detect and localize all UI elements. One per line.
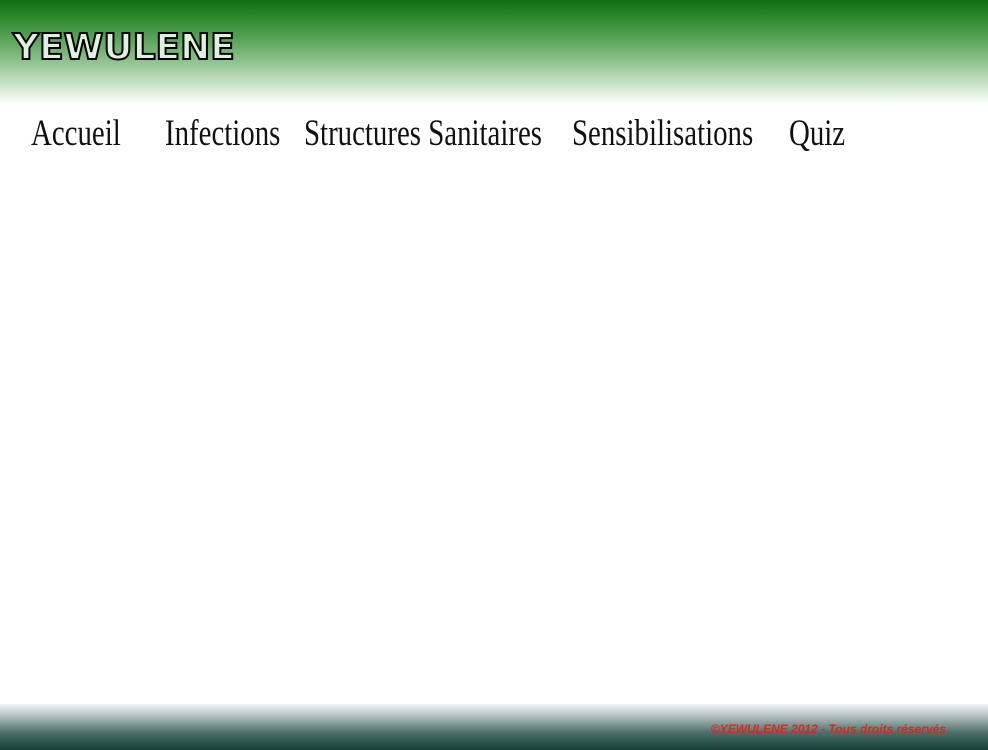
copyright-text: ©YEWULENE 2012 - Tous droits réservés (710, 722, 946, 736)
site-logo[interactable]: YEWULENE (12, 26, 236, 70)
nav-item-structures-sanitaires[interactable]: Structures Sanitaires (304, 110, 542, 158)
nav-item-quiz[interactable]: Quiz (789, 110, 845, 158)
site-header: YEWULENE (0, 0, 988, 104)
site-footer: ©YEWULENE 2012 - Tous droits réservés (0, 704, 988, 750)
nav-item-infections[interactable]: Infections (165, 110, 280, 158)
main-nav: Accueil Infections Structures Sanitaires… (0, 110, 988, 160)
nav-item-sensibilisations[interactable]: Sensibilisations (572, 110, 753, 158)
nav-item-accueil[interactable]: Accueil (31, 110, 121, 158)
